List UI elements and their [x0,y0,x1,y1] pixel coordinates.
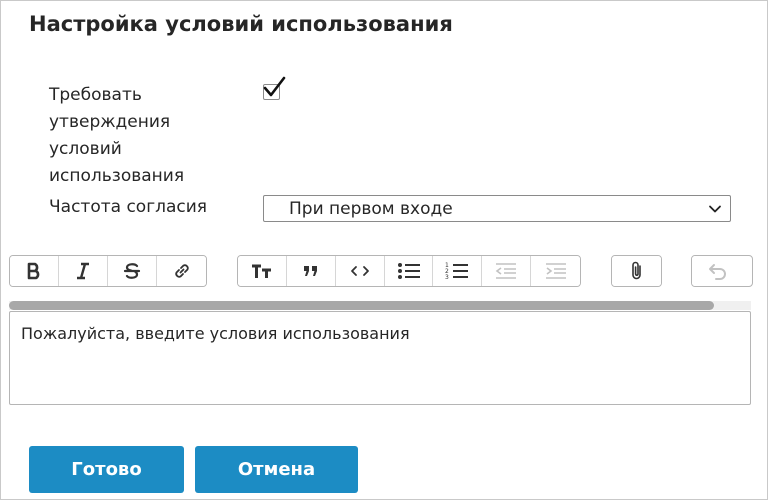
dialog-title: Настройка условий использования [29,12,453,36]
outdent-icon [495,263,517,279]
strikethrough-button[interactable] [108,256,157,286]
numbered-list-icon: 1 2 3 [445,262,469,281]
cancel-button[interactable]: Отмена [195,446,358,493]
require-terms-checkbox[interactable] [263,75,286,100]
indent-button[interactable] [531,256,580,286]
indent-icon [545,263,566,279]
undo-icon [708,264,726,280]
terms-dialog: Настройка условий использования Требоват… [0,0,768,500]
bold-button[interactable] [10,256,59,286]
toolbar-history-group [691,255,753,287]
consent-frequency-select[interactable]: При первом входе [263,195,731,222]
quote-icon [303,266,317,276]
toolbar-attach-group [611,255,662,287]
bullet-list-icon [397,263,420,279]
attachment-button[interactable] [612,256,661,286]
done-button[interactable]: Готово [29,446,184,493]
outdent-button[interactable] [482,256,532,286]
link-icon [174,264,189,278]
chevron-down-icon [709,205,721,213]
attachment-icon [631,261,641,280]
terms-editor[interactable]: Пожалуйста, введите условия использовани… [9,311,751,405]
svg-text:3: 3 [445,274,449,281]
heading-button[interactable] [238,256,287,286]
italic-icon [77,262,89,280]
checkmark-icon [263,76,286,97]
bullet-list-button[interactable] [384,256,434,286]
code-button[interactable] [335,256,385,286]
toolbar-format-group [9,255,207,287]
undo-button[interactable] [692,256,741,286]
italic-button[interactable] [59,256,108,286]
terms-editor-placeholder: Пожалуйста, введите условия использовани… [21,324,410,343]
numbered-list-button[interactable]: 1 2 3 [433,256,483,286]
toolbar-block-group: 1 2 3 [237,255,581,287]
toolbar-scrollbar[interactable] [9,301,751,310]
quote-button[interactable] [286,256,336,286]
consent-frequency-label: Частота согласия [49,197,208,217]
strikethrough-icon [123,263,141,279]
heading-icon [251,264,271,278]
link-button[interactable] [157,256,206,286]
code-icon [350,266,369,276]
require-terms-label: Требовать утверждения условий использова… [49,85,185,186]
consent-frequency-value: При первом входе [289,199,453,219]
bold-icon [27,262,40,280]
toolbar-scrollbar-thumb[interactable] [9,301,714,310]
